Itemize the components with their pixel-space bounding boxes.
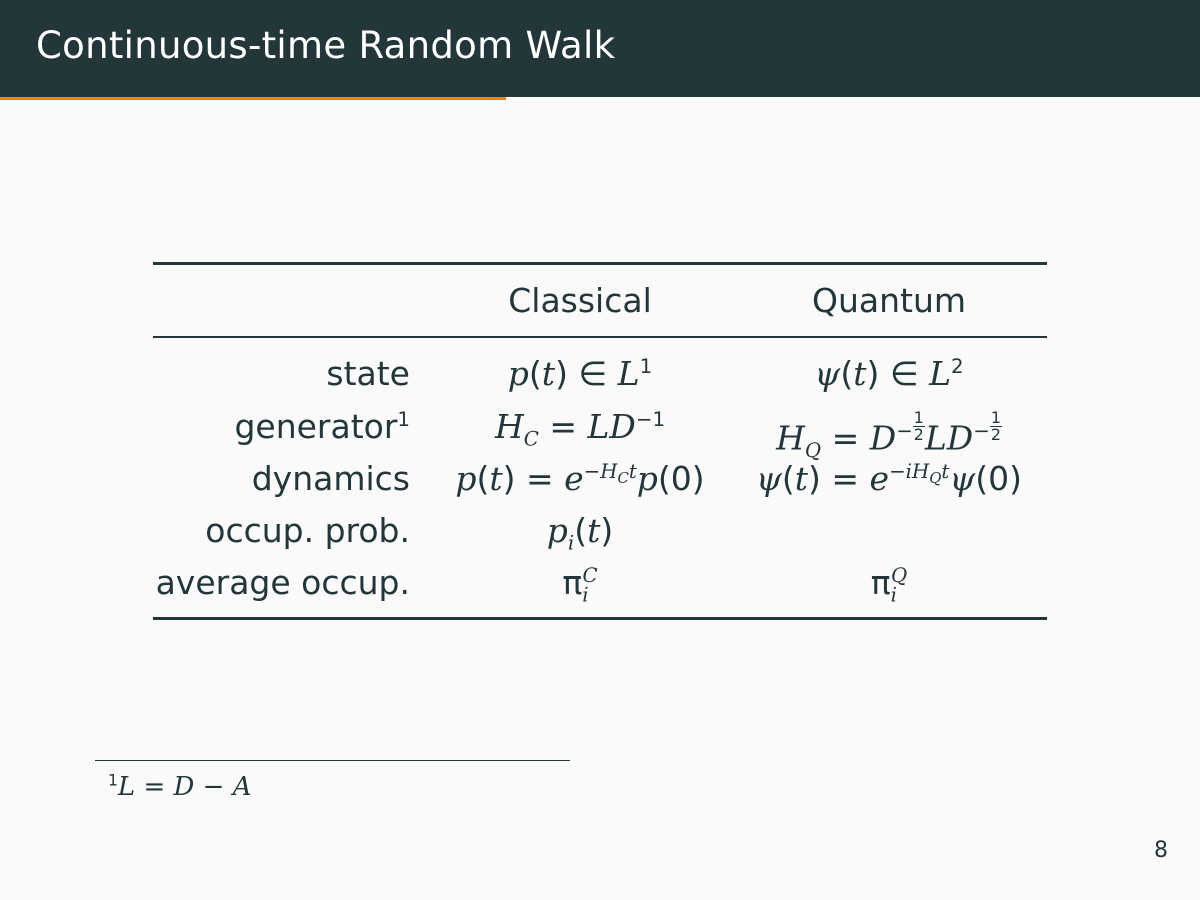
table-bottom-rule (153, 617, 1047, 620)
table-top-rule (153, 262, 1047, 265)
cell-dynamics-quantum: ψ(t) = e−iHQtψ(0) (756, 459, 1022, 498)
progress-bar (0, 97, 506, 100)
header-classical: Classical (508, 281, 652, 320)
cell-state-quantum: ψ(t) ∈ L2 (814, 354, 964, 393)
row-label-state: state (326, 354, 410, 393)
cell-state-classical: p(t) ∈ L1 (507, 354, 653, 393)
table-header-rule (153, 336, 1047, 338)
footnote-rule (95, 760, 570, 761)
header-quantum: Quantum (811, 281, 967, 320)
cell-occup-prob-classical: pi(t) (546, 511, 614, 555)
cell-generator-classical: HC = LD−1 (494, 407, 666, 451)
footnote-mark: 1 (108, 771, 118, 790)
row-label-occup-prob: occup. prob. (205, 511, 410, 550)
row-label-dynamics: dynamics (251, 459, 410, 498)
page-number: 8 (1154, 838, 1168, 863)
cell-generator-quantum: HQ = D− 1 2 LD− 1 2 (776, 408, 1002, 462)
row-label-generator: generator1 (234, 407, 410, 446)
footnote-text: L (117, 772, 136, 802)
slide-title: Continuous-time Random Walk (36, 24, 616, 67)
row-label-average-occup: average occup. (155, 563, 410, 602)
footnote: 1L = D − A (108, 771, 252, 802)
cell-dynamics-classical: p(t) = e−HCtp(0) (455, 459, 705, 498)
cell-average-occup-quantum: πiQ (870, 563, 908, 607)
cell-average-occup-classical: πiC (562, 563, 598, 607)
